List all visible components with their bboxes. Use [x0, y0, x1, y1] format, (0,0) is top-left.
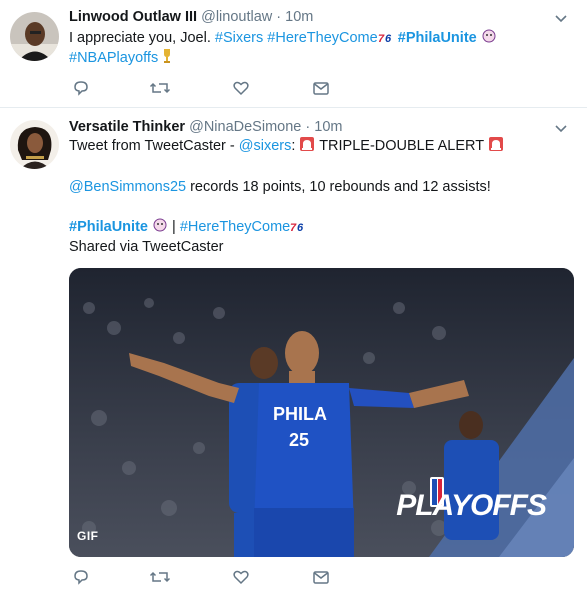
separator-dot: ·: [276, 9, 282, 25]
svg-text:7: 7: [290, 222, 297, 233]
jersey-text: PHILA: [273, 404, 327, 424]
avatar[interactable]: [10, 120, 59, 169]
sixers-76-icon: 76: [378, 30, 394, 50]
tweet-text-segment: Tweet from TweetCaster -: [69, 138, 239, 154]
trophy-icon: [162, 48, 172, 70]
chevron-down-icon[interactable]: [555, 122, 567, 136]
mention-link[interactable]: @BenSimmons25: [69, 179, 186, 195]
hashtag-link[interactable]: #PhilaUnite: [69, 219, 148, 235]
tweet-header: Versatile Thinker @NinaDeSimone · 10m: [69, 119, 342, 135]
tweet[interactable]: Linwood Outlaw III @linoutlaw · 10m I ap…: [0, 0, 587, 108]
tweet-text-segment: records 18 points, 10 rebounds and 12 as…: [186, 179, 491, 195]
jersey-number: 25: [289, 430, 309, 450]
svg-text:6: 6: [297, 222, 304, 233]
tweet-actions: [72, 568, 332, 588]
avatar[interactable]: [10, 12, 59, 61]
like-icon[interactable]: [232, 568, 252, 588]
playoffs-overlay: PLAYOFFS: [396, 489, 547, 522]
tweet-text: #PhilaUnite | #HereTheyCome 7 6: [69, 217, 306, 239]
reply-icon[interactable]: [72, 568, 92, 588]
tweet-actions: [72, 79, 332, 99]
tweet-text-segment: TRIPLE-DOUBLE ALERT: [315, 138, 488, 154]
message-icon[interactable]: [312, 79, 332, 99]
gif-badge: GIF: [77, 529, 99, 543]
sixers-76-icon: 76: [290, 219, 306, 239]
hashtag-link[interactable]: #HereTheyCome: [180, 219, 290, 235]
display-name[interactable]: Versatile Thinker: [69, 119, 185, 135]
tweet-text-segment: Shared via TweetCaster: [69, 239, 224, 255]
retweet-icon[interactable]: [149, 568, 171, 588]
hashtag-link[interactable]: #Sixers: [215, 30, 263, 46]
tweet-text: #NBAPlayoffs: [69, 48, 172, 70]
like-icon[interactable]: [232, 79, 252, 99]
hashtag-link[interactable]: #NBAPlayoffs: [69, 50, 158, 66]
tweet[interactable]: Versatile Thinker @NinaDeSimone · 10m Tw…: [0, 108, 587, 592]
svg-text:7: 7: [378, 33, 385, 44]
tweet-text: @BenSimmons25 records 18 points, 10 rebo…: [69, 177, 491, 197]
message-icon[interactable]: [312, 568, 332, 588]
tweet-text-segment: |: [168, 219, 180, 235]
display-name[interactable]: Linwood Outlaw III: [69, 9, 197, 25]
chevron-down-icon[interactable]: [555, 12, 567, 26]
retweet-icon[interactable]: [149, 79, 171, 99]
sixers-mascot-icon: [152, 217, 168, 239]
siren-icon: [299, 136, 315, 158]
username[interactable]: @linoutlaw: [201, 9, 272, 25]
hashtag-link[interactable]: #PhilaUnite: [398, 30, 477, 46]
siren-icon: [488, 136, 504, 158]
mention-link[interactable]: @sixers: [239, 138, 292, 154]
tweet-header: Linwood Outlaw III @linoutlaw · 10m: [69, 9, 313, 25]
tweet-text-segment: :: [291, 138, 300, 154]
svg-text:6: 6: [385, 33, 392, 44]
timestamp[interactable]: 10m: [285, 9, 313, 25]
reply-icon[interactable]: [72, 79, 92, 99]
sixers-mascot-icon: [481, 28, 497, 50]
username[interactable]: @NinaDeSimone: [189, 119, 301, 135]
separator-dot: ·: [305, 119, 311, 135]
tweet-text: I appreciate you, Joel. #Sixers #HereThe…: [69, 28, 497, 50]
timestamp[interactable]: 10m: [314, 119, 342, 135]
tweet-text-segment: I appreciate you, Joel.: [69, 30, 215, 46]
tweet-text: Shared via TweetCaster: [69, 237, 223, 257]
media-gif[interactable]: PHILA 25 PLAYOFFS GIF: [69, 268, 574, 557]
hashtag-link[interactable]: #HereTheyCome: [267, 30, 377, 46]
tweet-text: Tweet from TweetCaster - @sixers: TRIPLE…: [69, 136, 504, 158]
